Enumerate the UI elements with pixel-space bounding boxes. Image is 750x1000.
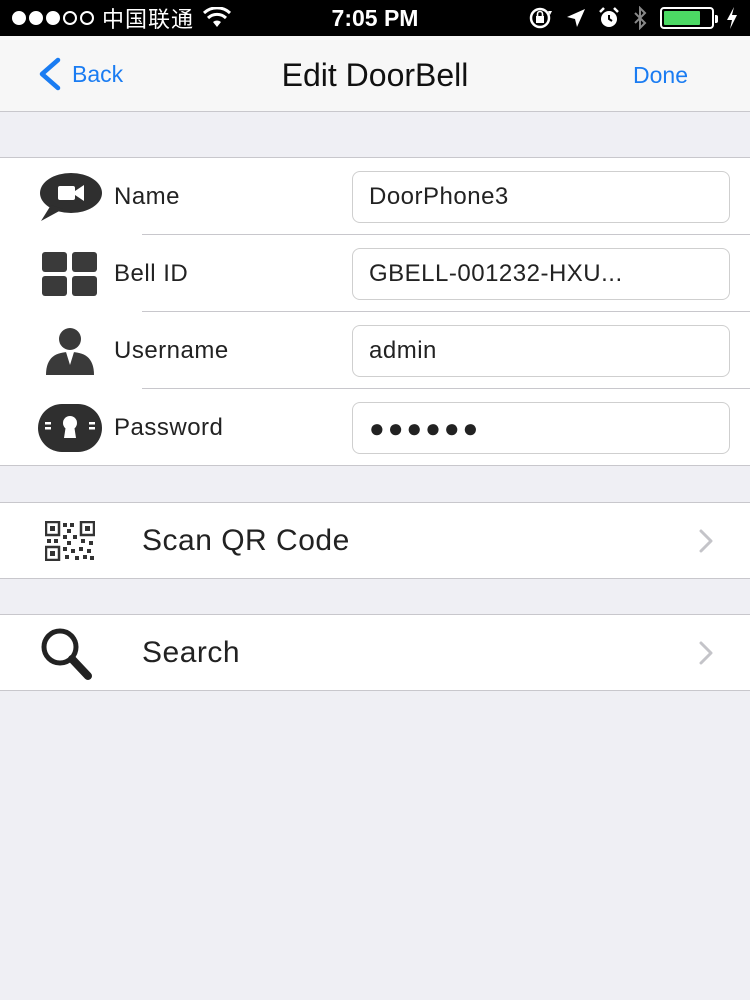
done-button[interactable]: Done: [633, 36, 688, 114]
status-bar: 中国联通 7:05 PM: [0, 0, 750, 36]
form-row-password: Password ●●●●●●: [0, 389, 750, 466]
user-icon: [36, 323, 104, 379]
back-button[interactable]: Back: [36, 36, 123, 112]
location-icon: [567, 9, 585, 27]
search-label: Search: [142, 636, 241, 669]
username-field[interactable]: admin: [352, 325, 730, 377]
qr-code-icon: [34, 512, 106, 570]
name-field[interactable]: DoorPhone3: [352, 171, 730, 223]
bell-id-label: Bell ID: [114, 260, 189, 287]
status-right: [528, 0, 738, 36]
name-label: Name: [114, 183, 181, 210]
scan-qr-code-label: Scan QR Code: [142, 524, 350, 557]
keyhole-icon: [36, 400, 104, 456]
bell-id-field[interactable]: GBELL-001232-HXU...: [352, 248, 730, 300]
form-row-name: Name DoorPhone3: [0, 158, 750, 235]
grid-icon: [36, 246, 104, 302]
charging-icon: [727, 7, 737, 29]
video-chat-icon: [36, 169, 104, 225]
bluetooth-icon: [634, 6, 647, 30]
scan-qr-code-row[interactable]: Scan QR Code: [0, 502, 750, 579]
magnifier-icon: [34, 624, 106, 682]
chevron-right-icon: [699, 641, 713, 665]
battery-icon: [660, 7, 718, 29]
password-label: Password: [114, 414, 224, 441]
username-label: Username: [114, 337, 229, 364]
search-row[interactable]: Search: [0, 614, 750, 691]
form-row-bell-id: Bell ID GBELL-001232-HXU...: [0, 235, 750, 312]
form-row-username: Username admin: [0, 312, 750, 389]
chevron-right-icon: [699, 529, 713, 553]
password-field[interactable]: ●●●●●●: [352, 402, 730, 454]
alarm-icon: [599, 7, 619, 27]
rotation-lock-icon: [529, 7, 552, 29]
back-label: Back: [72, 60, 124, 87]
doorbell-form: Name DoorPhone3 Bell ID GBELL-001232-HXU…: [0, 157, 750, 466]
navigation-bar: Back Edit DoorBell Done: [0, 36, 750, 112]
chevron-left-icon: [39, 57, 61, 91]
